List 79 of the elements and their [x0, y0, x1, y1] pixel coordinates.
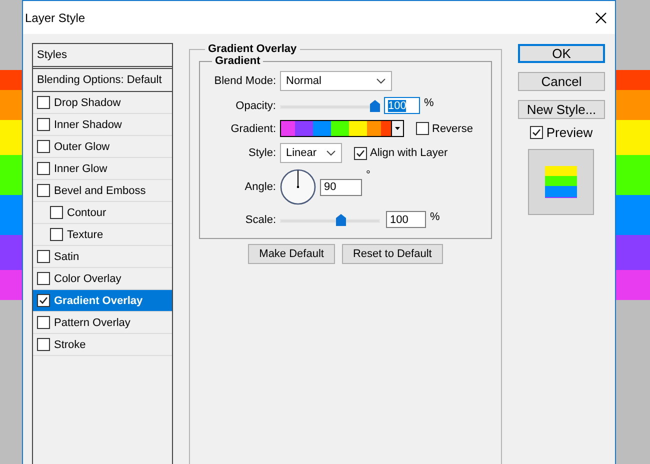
styles-header: Styles: [33, 44, 172, 69]
style-label: Inner Shadow: [54, 118, 122, 130]
preview-stripes-drawing: [545, 166, 577, 198]
style-label: Contour: [67, 206, 106, 218]
style-label: Outer Glow: [54, 140, 110, 152]
style-list-item[interactable]: Texture: [33, 224, 172, 246]
style-label: Inner Glow: [54, 162, 108, 174]
style-list-item[interactable]: Contour: [33, 202, 172, 224]
field-label: Scale:: [244, 214, 276, 226]
unit-label: %: [424, 97, 434, 109]
dialog-button[interactable]: Cancel: [518, 72, 605, 91]
checkbox[interactable]: [530, 126, 544, 139]
field-label: Angle:: [244, 181, 276, 193]
style-label: Gradient Overlay: [54, 294, 143, 306]
style-list-item[interactable]: Bevel and Emboss: [33, 180, 172, 202]
checkbox[interactable]: [37, 250, 50, 263]
slider-thumb[interactable]: [370, 100, 380, 112]
style-list-item[interactable]: Stroke: [33, 334, 172, 356]
slider-thumb[interactable]: [336, 214, 346, 226]
checkbox[interactable]: [37, 294, 50, 307]
angle-dial-icon[interactable]: [280, 169, 316, 205]
style-list-item[interactable]: Drop Shadow: [33, 92, 172, 114]
style-list-item[interactable]: Outer Glow: [33, 136, 172, 158]
checkbox[interactable]: [37, 272, 50, 285]
checkbox[interactable]: [37, 338, 50, 351]
field-label: Opacity:: [234, 100, 276, 112]
check-icon: [39, 296, 48, 305]
field-label: Blend Mode:: [213, 75, 276, 87]
style-label: Texture: [67, 228, 104, 240]
style-label: Pattern Overlay: [54, 316, 130, 328]
gradient-picker[interactable]: [280, 120, 404, 137]
style-list-item[interactable]: Gradient Overlay: [33, 290, 172, 312]
scale-slider[interactable]: [280, 212, 380, 226]
blending-options-item[interactable]: Blending Options: Default: [33, 69, 172, 92]
checkbox[interactable]: [50, 206, 63, 219]
checkbox[interactable]: [50, 228, 63, 241]
close-icon[interactable]: [595, 12, 607, 24]
style-list-item[interactable]: Inner Glow: [33, 158, 172, 180]
style-label: Color Overlay: [54, 272, 122, 284]
dialog-button[interactable]: New Style...: [518, 100, 605, 119]
panel-title: Gradient Overlay: [207, 43, 298, 55]
style-label: Drop Shadow: [54, 96, 121, 108]
unit-label: °: [366, 169, 370, 181]
dialog-button[interactable]: OK: [518, 44, 605, 63]
opacity-input[interactable]: 100: [384, 97, 420, 114]
style-label: Bevel and Emboss: [54, 184, 146, 196]
field-label: Gradient:: [230, 122, 276, 134]
blend-mode-dropdown[interactable]: Normal: [280, 71, 392, 91]
scale-input[interactable]: 100: [386, 211, 426, 228]
field-label: Style:: [247, 147, 276, 159]
style-label: Satin: [54, 250, 80, 262]
group-title: Gradient: [214, 55, 262, 67]
panel-button[interactable]: Make Default: [248, 244, 335, 264]
check-icon: [532, 128, 542, 137]
style-dropdown[interactable]: Linear: [280, 143, 342, 163]
style-list-item[interactable]: Inner Shadow: [33, 114, 172, 136]
checkbox-label: Preview: [546, 125, 593, 140]
checkbox-label: Reverse: [432, 122, 473, 134]
panel-button[interactable]: Reset to Default: [342, 244, 443, 264]
checkbox[interactable]: [37, 96, 50, 109]
window-title: Layer Style: [25, 10, 86, 24]
unit-label: %: [430, 211, 440, 223]
angle-input[interactable]: 90: [320, 178, 362, 196]
checkbox[interactable]: [354, 146, 367, 160]
check-icon: [356, 148, 365, 158]
checkbox[interactable]: [416, 122, 429, 135]
chevron-down-icon: [326, 150, 336, 156]
caret-down-icon: [391, 121, 403, 136]
checkbox-label: Align with Layer: [370, 147, 448, 159]
chevron-down-icon: [376, 78, 386, 84]
style-list-item[interactable]: Pattern Overlay: [33, 312, 172, 334]
checkbox[interactable]: [37, 140, 50, 153]
style-label: Stroke: [54, 338, 86, 350]
opacity-slider[interactable]: [280, 98, 380, 112]
checkbox[interactable]: [37, 118, 50, 131]
checkbox[interactable]: [37, 162, 50, 175]
style-list-item[interactable]: Satin: [33, 246, 172, 268]
checkbox[interactable]: [37, 184, 50, 197]
checkbox[interactable]: [37, 316, 50, 329]
